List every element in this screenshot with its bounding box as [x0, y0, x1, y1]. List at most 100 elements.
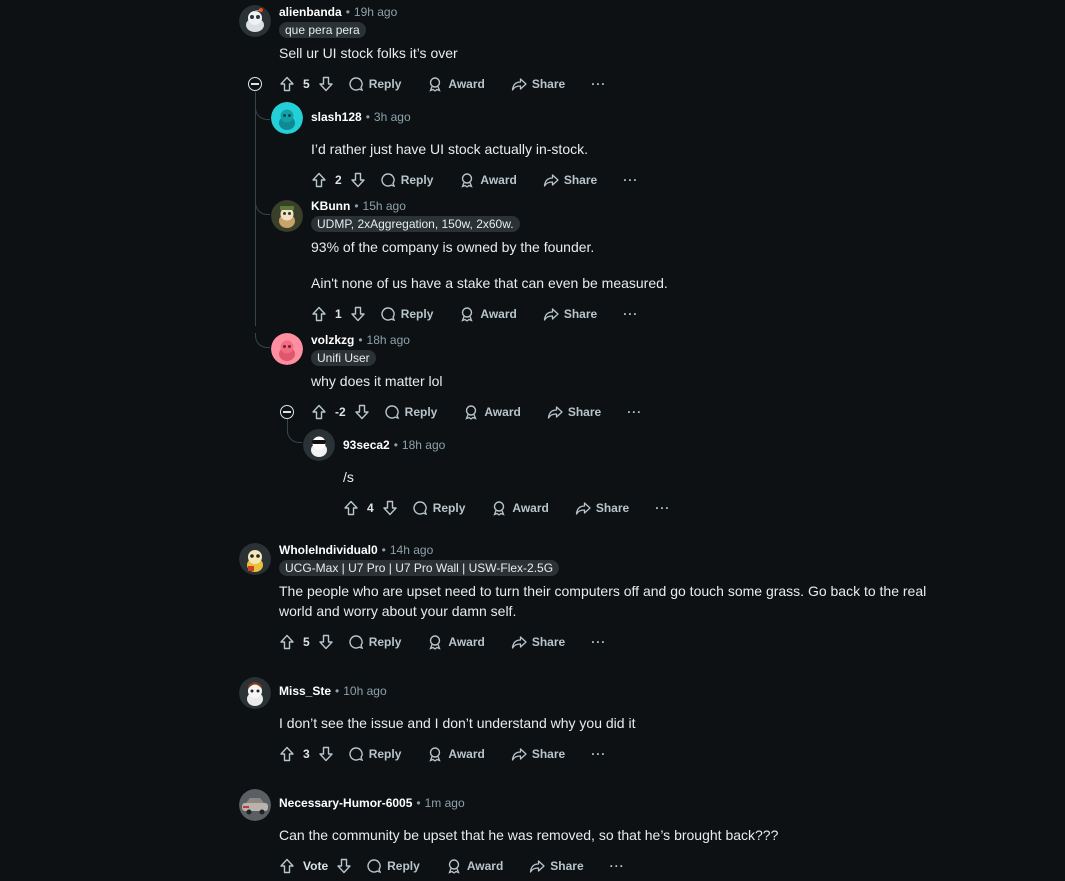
comment-actions: 5 Reply Award Share ···: [279, 630, 606, 654]
award-label: Award: [466, 859, 504, 873]
share-label: Share: [595, 501, 630, 515]
author-name[interactable]: Miss_Ste: [279, 684, 331, 698]
avatar[interactable]: [271, 200, 303, 232]
share-button[interactable]: Share: [543, 172, 597, 188]
reply-button[interactable]: Reply: [348, 634, 402, 650]
reply-label: Reply: [404, 405, 438, 419]
comment-actions: 4 Reply Award Share ···: [343, 496, 670, 520]
comment-meta: Miss_Ste • 10h ago: [279, 683, 387, 699]
avatar[interactable]: [239, 543, 271, 575]
reply-button[interactable]: Reply: [380, 306, 433, 322]
thread-connector: [255, 200, 270, 215]
share-label: Share: [531, 77, 566, 91]
upvote-icon[interactable]: [279, 746, 295, 762]
thread-connector: [287, 428, 302, 443]
separator-dot: •: [354, 199, 359, 213]
downvote-icon[interactable]: [318, 76, 334, 92]
more-options-button[interactable]: ···: [591, 747, 606, 761]
vote-score: 4: [367, 501, 374, 515]
award-button[interactable]: Award: [446, 858, 503, 874]
share-button[interactable]: Share: [511, 746, 565, 762]
share-label: Share: [567, 405, 602, 419]
comment-actions: 2 Reply Award Share ···: [311, 168, 638, 192]
collapse-thread-button[interactable]: [280, 405, 294, 419]
share-button[interactable]: Share: [511, 76, 565, 92]
author-name[interactable]: Necessary-Humor-6005: [279, 796, 412, 810]
avatar[interactable]: [239, 5, 271, 37]
award-button[interactable]: Award: [459, 306, 517, 322]
collapse-thread-button[interactable]: [248, 77, 262, 91]
reply-button[interactable]: Reply: [412, 500, 465, 516]
share-label: Share: [563, 173, 598, 187]
award-button[interactable]: Award: [463, 404, 521, 420]
share-label: Share: [531, 747, 566, 761]
comment-body: 93% of the company is owned by the found…: [311, 239, 595, 255]
author-name[interactable]: alienbanda: [279, 5, 342, 19]
comment-body: The people who are upset need to turn th…: [279, 583, 927, 619]
author-name[interactable]: slash128: [311, 110, 362, 124]
award-button[interactable]: Award: [427, 746, 485, 762]
comment-body: I don’t see the issue and I don’t unders…: [279, 715, 636, 731]
more-options-button[interactable]: ···: [623, 307, 638, 321]
award-button[interactable]: Award: [459, 172, 517, 188]
share-button[interactable]: Share: [543, 306, 597, 322]
reply-button[interactable]: Reply: [348, 76, 401, 92]
upvote-icon[interactable]: [311, 306, 327, 322]
upvote-icon[interactable]: [311, 172, 327, 188]
comment-bubble-icon: [384, 404, 400, 420]
avatar[interactable]: [271, 333, 303, 365]
share-button[interactable]: Share: [575, 500, 629, 516]
downvote-icon[interactable]: [318, 634, 334, 650]
award-label: Award: [480, 307, 517, 321]
author-name[interactable]: WholeIndividual0: [279, 543, 378, 557]
downvote-icon[interactable]: [350, 172, 366, 188]
reply-button[interactable]: Reply: [366, 858, 420, 874]
share-button[interactable]: Share: [529, 858, 584, 874]
more-options-button[interactable]: ···: [623, 173, 638, 187]
more-options-button[interactable]: ···: [591, 77, 606, 91]
share-button[interactable]: Share: [547, 404, 601, 420]
reply-label: Reply: [368, 635, 402, 649]
avatar[interactable]: [239, 789, 271, 821]
reply-button[interactable]: Reply: [348, 746, 401, 762]
author-name[interactable]: volzkzg: [311, 333, 354, 347]
upvote-icon[interactable]: [279, 858, 295, 874]
downvote-icon[interactable]: [382, 500, 398, 516]
comment-bubble-icon: [366, 858, 382, 874]
avatar[interactable]: [271, 102, 303, 134]
award-button[interactable]: Award: [491, 500, 549, 516]
award-button[interactable]: Award: [427, 76, 485, 92]
more-options-button[interactable]: ···: [627, 405, 642, 419]
downvote-icon[interactable]: [350, 306, 366, 322]
comment-bubble-icon: [348, 76, 364, 92]
reply-button[interactable]: Reply: [380, 172, 433, 188]
upvote-icon[interactable]: [279, 76, 295, 92]
more-options-button[interactable]: ···: [610, 859, 625, 873]
comment-meta: KBunn • 15h ago: [311, 198, 406, 214]
award-label: Award: [484, 405, 521, 419]
upvote-icon[interactable]: [311, 404, 327, 420]
thread-connector: [255, 105, 270, 120]
reply-button[interactable]: Reply: [384, 404, 438, 420]
author-name[interactable]: KBunn: [311, 199, 350, 213]
award-button[interactable]: Award: [427, 634, 485, 650]
author-name[interactable]: 93seca2: [343, 438, 390, 452]
comment-meta: slash128 • 3h ago: [311, 109, 411, 125]
avatar[interactable]: [239, 677, 271, 709]
timestamp: 15h ago: [362, 199, 406, 213]
user-flair: Unifi User: [311, 350, 376, 366]
comment-bubble-icon: [412, 500, 428, 516]
thread-connector: [255, 333, 270, 348]
downvote-icon[interactable]: [318, 746, 334, 762]
award-label: Award: [448, 747, 485, 761]
share-label: Share: [550, 859, 584, 873]
downvote-icon[interactable]: [336, 858, 352, 874]
more-options-button[interactable]: ···: [591, 635, 606, 649]
share-button[interactable]: Share: [511, 634, 565, 650]
comment-meta: WholeIndividual0 • 14h ago: [279, 542, 433, 558]
more-options-button[interactable]: ···: [655, 501, 670, 515]
upvote-icon[interactable]: [343, 500, 359, 516]
avatar[interactable]: [303, 429, 335, 461]
upvote-icon[interactable]: [279, 634, 295, 650]
downvote-icon[interactable]: [354, 404, 370, 420]
